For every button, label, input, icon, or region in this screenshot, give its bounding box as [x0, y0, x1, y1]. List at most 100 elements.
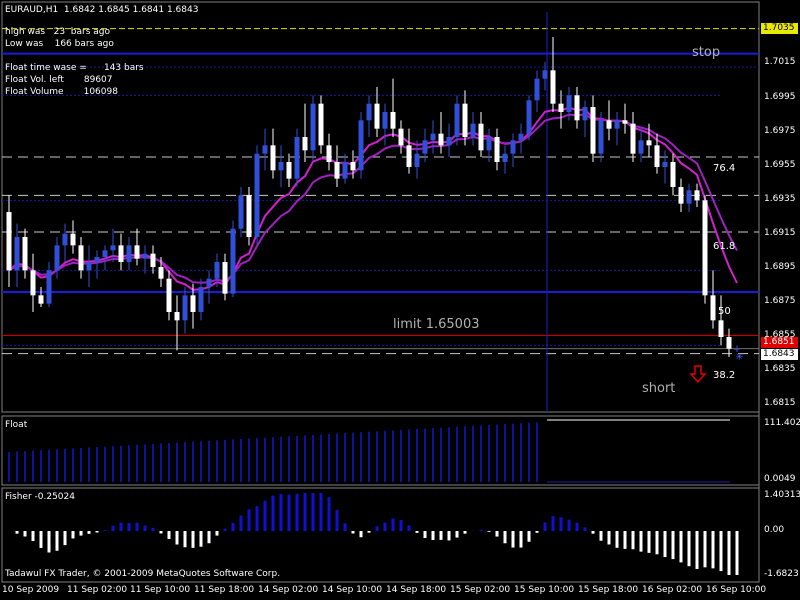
candle-body — [406, 145, 412, 167]
x-tick: 11 Sep 10:00 — [130, 585, 191, 595]
candle-body — [6, 212, 12, 271]
y-tick: 1.6975 — [764, 126, 796, 136]
candle-body — [374, 103, 380, 129]
candle-body — [190, 295, 196, 312]
candle-body — [382, 112, 388, 129]
float-volume-text: Float Volume 106098 — [5, 87, 118, 97]
candle-body — [462, 103, 468, 137]
candle-body — [30, 270, 36, 296]
fib-38-2-label: 38.2 — [713, 370, 736, 381]
fisher-panel-title: Fisher -0.25024 — [5, 492, 75, 502]
candle-body — [486, 137, 492, 151]
candle-body — [590, 107, 596, 154]
y-tick: 1.6855 — [764, 330, 796, 340]
x-tick: 16 Sep 10:00 — [706, 585, 767, 595]
candle — [254, 145, 260, 246]
candle-body — [366, 103, 372, 121]
candle-body — [86, 262, 92, 271]
fisher-max-value: 1.40313 — [764, 490, 800, 500]
candle-body — [14, 237, 20, 271]
x-tick: 15 Sep 18:00 — [578, 585, 639, 595]
candle-body — [390, 112, 396, 129]
candle-body — [518, 133, 524, 141]
candle-body — [126, 245, 132, 262]
candle-body — [534, 78, 540, 101]
candle — [318, 95, 324, 154]
x-tick: 16 Sep 02:00 — [642, 585, 703, 595]
y-tick: 1.6915 — [764, 228, 796, 238]
candle-body — [582, 107, 588, 121]
candle-body — [646, 140, 652, 146]
candle-body — [70, 233, 76, 246]
candle-body — [526, 100, 532, 134]
fisher-min-value: -1.6823 — [764, 569, 799, 579]
candle-body — [302, 137, 308, 151]
candle — [702, 195, 708, 304]
x-tick: 15 Sep 10:00 — [514, 585, 575, 595]
stop-label: stop — [692, 45, 721, 60]
candle-body — [470, 123, 476, 137]
candle-body — [438, 133, 444, 146]
float-vol-left-text: Float Vol. left 89607 — [5, 75, 113, 85]
candle — [294, 128, 300, 187]
y-tick: 1.7015 — [764, 57, 796, 67]
candle-body — [54, 245, 60, 271]
x-tick: 10 Sep 2009 — [2, 585, 60, 595]
candle-body — [270, 145, 276, 171]
candle-body — [254, 153, 260, 237]
candle-body — [134, 245, 140, 259]
trading-chart[interactable]: ✳ — [0, 0, 800, 600]
candle-body — [478, 123, 484, 151]
candle-body — [598, 120, 604, 154]
candle-body — [414, 153, 420, 167]
candle-body — [622, 120, 628, 124]
fib-61-8-label: 61.8 — [713, 241, 736, 252]
candle-body — [510, 140, 516, 154]
candle-body — [614, 120, 620, 129]
candle-body — [222, 262, 228, 294]
candle-body — [94, 257, 100, 262]
symbol-header: EURAUD,H1 1.6842 1.6845 1.6841 1.6843 — [5, 5, 199, 15]
low-was-text: Low was 166 bars ago — [5, 39, 114, 49]
candle-body — [78, 245, 84, 271]
candle-body — [182, 295, 188, 321]
candle-body — [726, 337, 732, 349]
candle — [526, 95, 532, 141]
candle-body — [662, 162, 668, 167]
float-min-value: 0.0049 — [764, 474, 796, 484]
candle-body — [678, 187, 684, 204]
candle-body — [734, 348, 740, 350]
candle-body — [694, 190, 700, 201]
y-tick: 1.6935 — [764, 194, 796, 204]
candle-body — [702, 200, 708, 296]
candle-body — [342, 162, 348, 179]
candle-body — [710, 295, 716, 321]
y-tick: 1.6815 — [764, 398, 796, 408]
candle-body — [430, 133, 436, 141]
y-tick: 1.6955 — [764, 160, 796, 170]
candle-body — [22, 237, 28, 271]
float-time-text: Float time wase = 143 bars — [5, 63, 144, 73]
candle-body — [246, 195, 252, 237]
high-was-text: high was 23 bars ago — [5, 27, 111, 37]
candle-body — [326, 145, 332, 162]
candle-body — [118, 245, 124, 262]
x-tick: 11 Sep 18:00 — [194, 585, 255, 595]
candle-body — [310, 103, 316, 151]
candle — [358, 112, 364, 179]
candle-body — [150, 253, 156, 267]
candle-body — [262, 145, 268, 154]
candle-body — [158, 267, 164, 279]
candle-body — [142, 253, 148, 259]
candle-body — [286, 162, 292, 179]
x-tick: 14 Sep 10:00 — [322, 585, 383, 595]
candle-body — [574, 95, 580, 121]
high-price-tag: 1.7035 — [761, 23, 798, 34]
candle-body — [38, 295, 44, 304]
x-tick: 14 Sep 02:00 — [258, 585, 319, 595]
y-tick: 1.6875 — [764, 296, 796, 306]
candle-body — [278, 162, 284, 171]
x-tick: 15 Sep 02:00 — [450, 585, 511, 595]
candle — [246, 187, 252, 246]
candle-body — [398, 128, 404, 146]
